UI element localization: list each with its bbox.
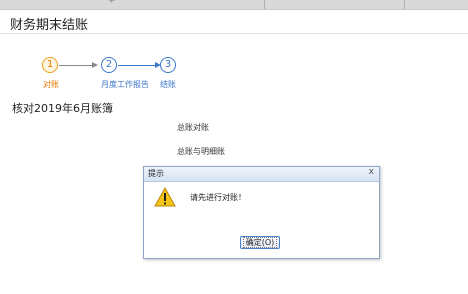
step-3-label[interactable]: 结账 [160, 79, 176, 90]
window-title: 财务期末结账 [10, 18, 89, 33]
step-1-label[interactable]: 对账 [43, 79, 59, 90]
ok-button-label: 确定(O) [242, 237, 278, 248]
plus-icon: + [108, 0, 116, 6]
arrow-right-icon [92, 62, 98, 68]
step-connector-arrow [59, 65, 93, 66]
warning-icon [154, 187, 176, 207]
strip-divider [264, 0, 265, 9]
ok-button[interactable]: 确定(O) [240, 236, 280, 249]
strip-divider [404, 0, 405, 9]
close-icon[interactable]: x [369, 167, 374, 177]
alert-dialog: 提示 x 请先进行对账！ 确定(O) [143, 166, 380, 259]
check-item-general-ledger: 总账对账 [177, 123, 209, 132]
step-2-label[interactable]: 月度工作报告 [101, 79, 149, 90]
step-connector-arrow [118, 65, 156, 66]
dialog-titlebar: 提示 x [144, 167, 379, 182]
page-heading: 核对2019年6月账簿 [12, 102, 113, 115]
check-item-ledger-detail: 总账与明细账 [177, 147, 225, 156]
dialog-title: 提示 [148, 169, 164, 178]
step-3-circle[interactable]: 3 [160, 57, 176, 73]
step-1-circle[interactable]: 1 [42, 57, 58, 73]
step-2-circle[interactable]: 2 [101, 57, 117, 73]
dialog-message: 请先进行对账！ [190, 193, 246, 202]
title-divider [0, 33, 468, 34]
top-toolbar-strip: + [0, 0, 468, 10]
